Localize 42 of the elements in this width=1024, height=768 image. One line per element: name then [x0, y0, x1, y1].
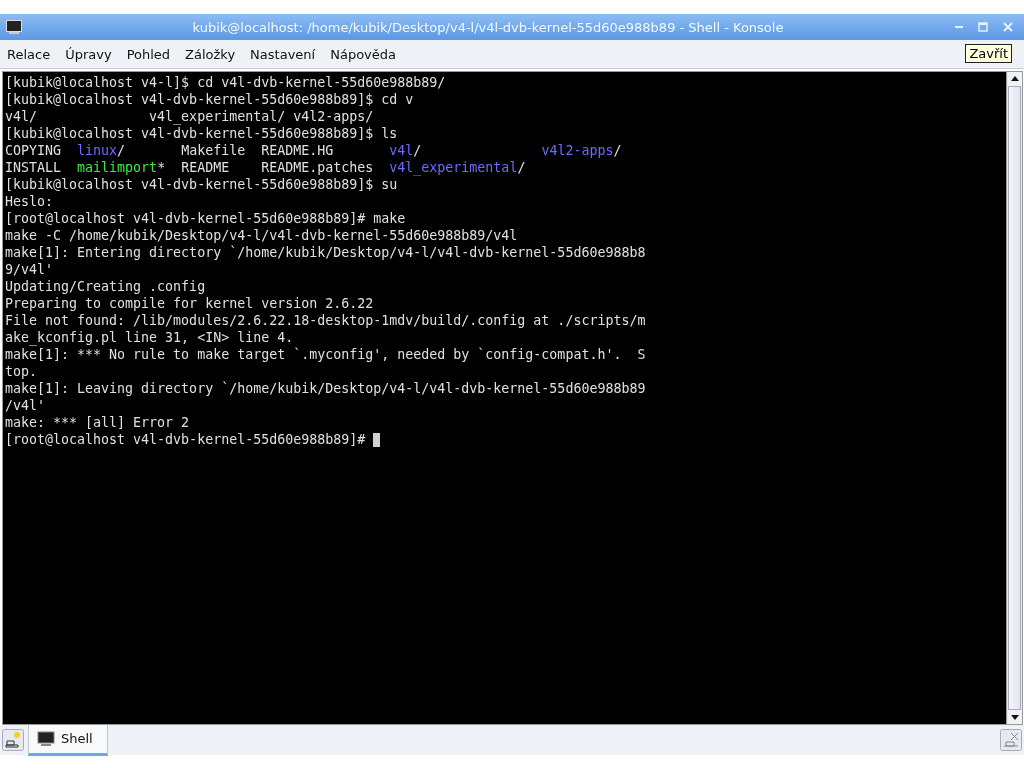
terminal-icon [37, 730, 55, 747]
terminal-line: COPYING linux/ Makefile README.HG v4l/ v4l2-apps/ [5, 142, 622, 159]
terminal-line: Updating/Creating .config [5, 278, 206, 295]
terminal-line: /v4l' [5, 397, 46, 414]
terminal-line: [kubik@localhost v4l-dvb-kernel-55d60e988b89]$ su [5, 176, 398, 193]
close-tab-icon[interactable] [1000, 729, 1022, 751]
menu-item[interactable]: Pohled [123, 46, 177, 62]
window-title: kubik@localhost: /home/kubik/Desktop/v4-l/v4l-dvb-kernel-55d60e988b89 - Shell - Konsole [191, 19, 785, 35]
terminal-line: make[1]: Leaving directory `/home/kubik/Desktop/v4-l/v4l-dvb-kernel-55d60e988b89 [5, 380, 646, 397]
terminal-line: top. [5, 363, 38, 380]
terminal-line: make -C /home/kubik/Desktop/v4-l/v4l-dvb-kernel-55d60e988b89/v4l [5, 227, 518, 244]
terminal-line: [kubik@localhost v4-l]$ cd v4l-dvb-kernel-55d60e988b89/ [5, 74, 446, 91]
terminal-icon[interactable] [6, 20, 22, 34]
scrollbar[interactable] [1006, 72, 1022, 724]
menu-item[interactable]: Úpravy [62, 46, 118, 62]
close-icon[interactable] [1002, 21, 1014, 33]
tab[interactable]: Shell [28, 724, 108, 756]
terminal-line: Preparing to compile for kernel version 2.6.22 [5, 295, 374, 312]
menu-item[interactable]: Nastavení [247, 46, 322, 62]
terminal-line: make: *** [all] Error 2 [5, 414, 190, 431]
terminal-line: [kubik@localhost v4l-dvb-kernel-55d60e988b89]$ ls [5, 125, 398, 142]
terminal-line: INSTALL mailimport* README README.patches v4l_experimental/ [5, 159, 526, 176]
scroll-thumb[interactable] [1008, 86, 1021, 710]
terminal-line: [root@localhost v4l-dvb-kernel-55d60e988b89]# [5, 431, 367, 448]
terminal-line: ake_kconfig.pl line 31, <IN> line 4. [5, 329, 294, 346]
menu-item[interactable]: Relace [4, 46, 57, 62]
menu-item[interactable]: Záložky [182, 46, 242, 62]
scroll-up-icon[interactable] [1007, 72, 1022, 86]
terminal-line: [kubik@localhost v4l-dvb-kernel-55d60e988b89]$ cd v [5, 91, 414, 108]
terminal-line: Heslo: [5, 193, 54, 210]
maximize-icon[interactable] [978, 22, 988, 32]
terminal-area[interactable] [3, 72, 1006, 724]
terminal-line: [root@localhost v4l-dvb-kernel-55d60e988b89]# make [5, 210, 406, 227]
tooltip: Zavřít [965, 44, 1012, 63]
terminal-line: make[1]: *** No rule to make target `.myconfig', needed by `config-compat.h'. S [5, 346, 646, 363]
terminal-line: v4l/ v4l_experimental/ v4l2-apps/ [5, 108, 374, 125]
new-tab-icon[interactable] [2, 729, 24, 751]
terminal-line: 9/v4l' [5, 261, 54, 278]
terminal-line: make[1]: Entering directory `/home/kubik/Desktop/v4-l/v4l-dvb-kernel-55d60e988b8 [5, 244, 646, 261]
terminal-line: File not found: /lib/modules/2.6.22.18-desktop-1mdv/build/.config at ./scripts/m [5, 312, 646, 329]
scroll-down-icon[interactable] [1007, 710, 1022, 724]
menu-item[interactable]: Nápověda [327, 46, 402, 62]
